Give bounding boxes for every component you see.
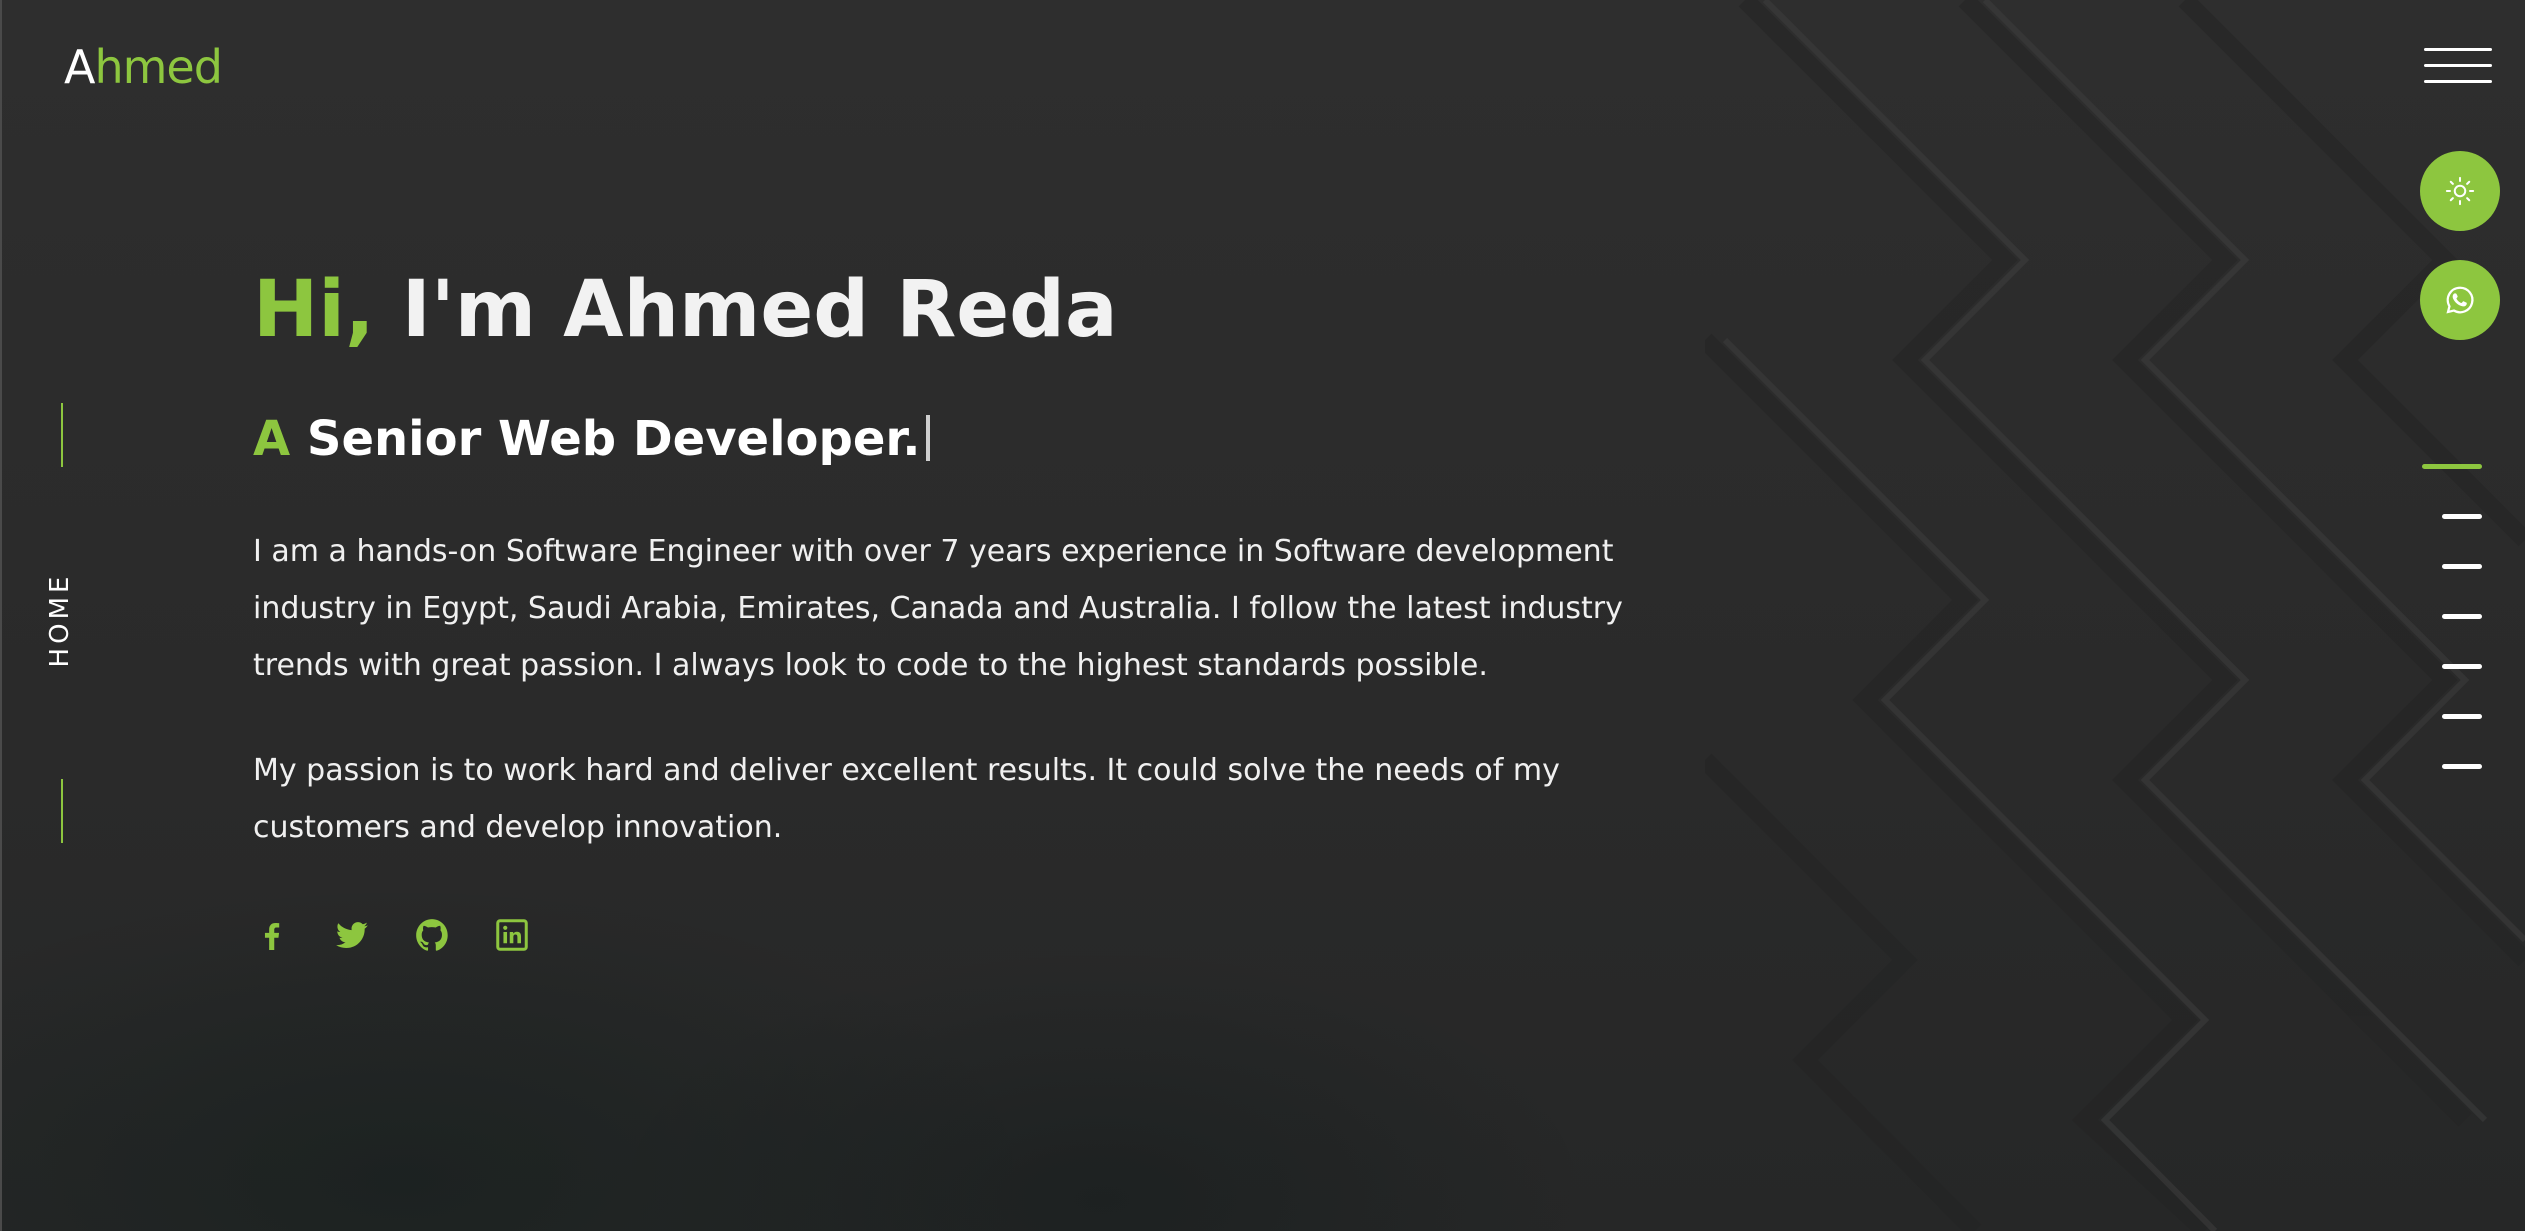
section-nav-dash-3[interactable] xyxy=(2442,564,2482,569)
side-divider-bottom xyxy=(61,779,63,843)
section-nav-dash-6[interactable] xyxy=(2442,714,2482,719)
logo-initial: A xyxy=(64,40,95,94)
intro-paragraph: I am a hands-on Software Engineer with o… xyxy=(253,534,1623,683)
role-text: Senior Web Developer. xyxy=(290,411,921,467)
linkedin-link[interactable] xyxy=(493,916,531,954)
hero-section: Hi, I'm Ahmed Reda A Senior Web Develope… xyxy=(253,255,1653,856)
twitter-link[interactable] xyxy=(333,916,371,954)
linkedin-icon xyxy=(496,919,528,951)
site-logo[interactable]: Ahmed xyxy=(64,40,223,94)
passion-paragraph: My passion is to work hard and deliver e… xyxy=(253,753,1560,845)
github-link[interactable] xyxy=(413,916,451,954)
background-pattern xyxy=(1705,0,2525,1231)
hamburger-line-middle xyxy=(2424,64,2492,67)
side-divider-top xyxy=(61,403,63,467)
whatsapp-button[interactable] xyxy=(2420,260,2500,340)
hero-role: A Senior Web Developer. xyxy=(253,409,1653,469)
section-nav-dash-7[interactable] xyxy=(2442,764,2482,769)
whatsapp-icon xyxy=(2446,286,2474,314)
sun-icon xyxy=(2445,176,2475,206)
section-nav-dash-1[interactable] xyxy=(2422,464,2482,469)
hero-name: I'm Ahmed Reda xyxy=(374,265,1118,355)
hero-title: Hi, I'm Ahmed Reda xyxy=(253,255,1653,365)
section-nav-dash-5[interactable] xyxy=(2442,664,2482,669)
theme-toggle-button[interactable] xyxy=(2420,151,2500,231)
facebook-link[interactable] xyxy=(253,916,291,954)
section-label: HOME xyxy=(45,572,75,668)
hamburger-line-bottom xyxy=(2424,80,2492,83)
role-prefix: A xyxy=(253,411,291,467)
section-nav-dash-2[interactable] xyxy=(2442,514,2482,519)
github-icon xyxy=(416,919,448,951)
section-nav-dash-4[interactable] xyxy=(2442,614,2482,619)
logo-rest: hmed xyxy=(94,40,222,94)
hero-greeting: Hi, xyxy=(253,265,375,355)
hamburger-icon xyxy=(2424,48,2492,51)
twitter-icon xyxy=(336,922,368,948)
typing-cursor xyxy=(926,415,931,461)
facebook-icon xyxy=(264,923,280,950)
menu-button[interactable] xyxy=(2424,46,2492,86)
social-links xyxy=(253,916,531,954)
